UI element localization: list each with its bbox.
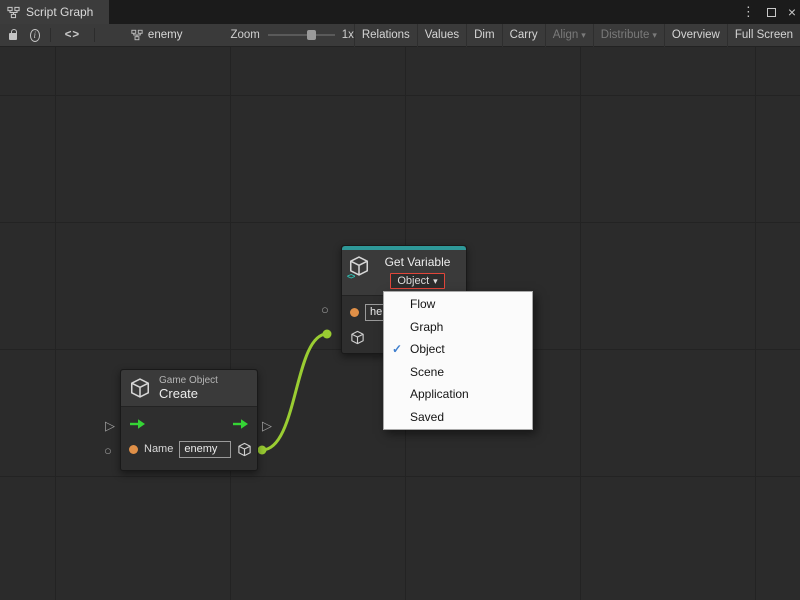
align-button[interactable]: Align ▾ [545, 24, 593, 47]
graph-toolbar: i <> enemy Zoom 1x Relations Values Dim [0, 24, 800, 47]
variable-name-port-dot[interactable] [350, 308, 359, 317]
variable-scope-value: Object [397, 275, 429, 287]
window-menu-icon[interactable]: ⋮ [742, 4, 755, 20]
name-input[interactable] [179, 441, 231, 458]
check-icon: ✓ [392, 342, 410, 356]
button-label: Overview [672, 29, 720, 41]
button-label: Dim [474, 29, 494, 41]
values-button[interactable]: Values [417, 24, 466, 47]
button-label: Values [425, 29, 459, 41]
name-port-dot[interactable] [129, 445, 138, 454]
info-icon[interactable]: i [30, 29, 40, 42]
menu-item-label: Graph [410, 320, 443, 334]
menu-item-graph[interactable]: Graph [384, 316, 532, 339]
get-variable-header[interactable]: <> Get Variable Object ▾ [342, 250, 466, 296]
distribute-button[interactable]: Distribute ▾ [593, 24, 664, 47]
window-controls: ⋮ × [742, 0, 796, 24]
game-object-output-icon[interactable] [237, 442, 252, 457]
zoom-label: Zoom [230, 29, 259, 41]
zoom-slider-handle[interactable] [307, 30, 316, 40]
code-badge-icon: <> [347, 272, 354, 281]
create-header[interactable]: Game Object Create [121, 370, 257, 407]
zoom-value: 1x [342, 29, 354, 41]
button-label: Align [553, 29, 579, 41]
script-graph-icon [7, 6, 20, 19]
object-port-icon[interactable] [350, 330, 365, 345]
node-title: Get Variable [385, 255, 451, 269]
menu-item-scene[interactable]: Scene [384, 361, 532, 384]
lock-icon[interactable] [9, 33, 17, 40]
flow-out-arrow-icon[interactable] [232, 418, 249, 430]
code-icon[interactable]: <> [65, 29, 80, 41]
chevron-down-icon: ▾ [652, 30, 657, 41]
graph-breadcrumb[interactable]: enemy [131, 29, 183, 41]
carry-button[interactable]: Carry [502, 24, 545, 47]
toolbar-separator [94, 28, 95, 42]
menu-item-label: Saved [410, 410, 444, 424]
name-value-port[interactable]: ○ [104, 444, 112, 457]
overview-button[interactable]: Overview [664, 24, 727, 47]
menu-item-application[interactable]: Application [384, 383, 532, 406]
toolbar-separator [50, 28, 51, 42]
game-object-icon [129, 377, 151, 399]
scope-dropdown-menu: Flow Graph ✓ Object Scene Application Sa… [383, 291, 533, 430]
window-title: Script Graph [26, 5, 93, 19]
toolbar-buttons: Relations Values Dim Carry Align ▾ Distr… [354, 24, 800, 47]
relations-button[interactable]: Relations [354, 24, 417, 47]
node-create[interactable]: Game Object Create Name [120, 369, 258, 471]
menu-item-flow[interactable]: Flow [384, 293, 532, 316]
maximize-icon[interactable] [767, 8, 776, 17]
button-label: Carry [510, 29, 538, 41]
variable-scope-dropdown[interactable]: Object ▾ [390, 273, 444, 289]
full-screen-button[interactable]: Full Screen [727, 24, 800, 47]
menu-item-label: Scene [410, 365, 444, 379]
dim-button[interactable]: Dim [466, 24, 501, 47]
tab-script-graph[interactable]: Script Graph [0, 0, 109, 24]
name-port-label: Name [144, 443, 173, 455]
variable-cube-icon: <> [348, 255, 370, 279]
flow-output-port[interactable]: ▷ [262, 419, 272, 432]
flow-input-port[interactable]: ▷ [105, 419, 115, 432]
button-label: Full Screen [735, 29, 793, 41]
flow-in-arrow-icon[interactable] [129, 418, 146, 430]
title-bar: Script Graph ⋮ × [0, 0, 800, 24]
chevron-down-icon: ▾ [581, 30, 586, 41]
menu-item-label: Object [410, 342, 445, 356]
node-category: Game Object [159, 375, 218, 386]
create-body: Name [121, 407, 257, 470]
graph-asset-icon [131, 29, 143, 41]
menu-item-label: Flow [410, 297, 435, 311]
menu-item-label: Application [410, 387, 469, 401]
button-label: Relations [362, 29, 410, 41]
menu-item-object[interactable]: ✓ Object [384, 338, 532, 361]
zoom-slider[interactable] [268, 28, 335, 42]
chevron-down-icon: ▾ [433, 276, 438, 287]
menu-item-saved[interactable]: Saved [384, 406, 532, 429]
node-title: Create [159, 386, 218, 401]
close-icon[interactable]: × [788, 5, 796, 19]
button-label: Distribute [601, 29, 650, 41]
zoom-slider-track [268, 34, 335, 36]
graph-name: enemy [148, 29, 183, 41]
get-variable-input-port[interactable]: ○ [321, 303, 329, 316]
